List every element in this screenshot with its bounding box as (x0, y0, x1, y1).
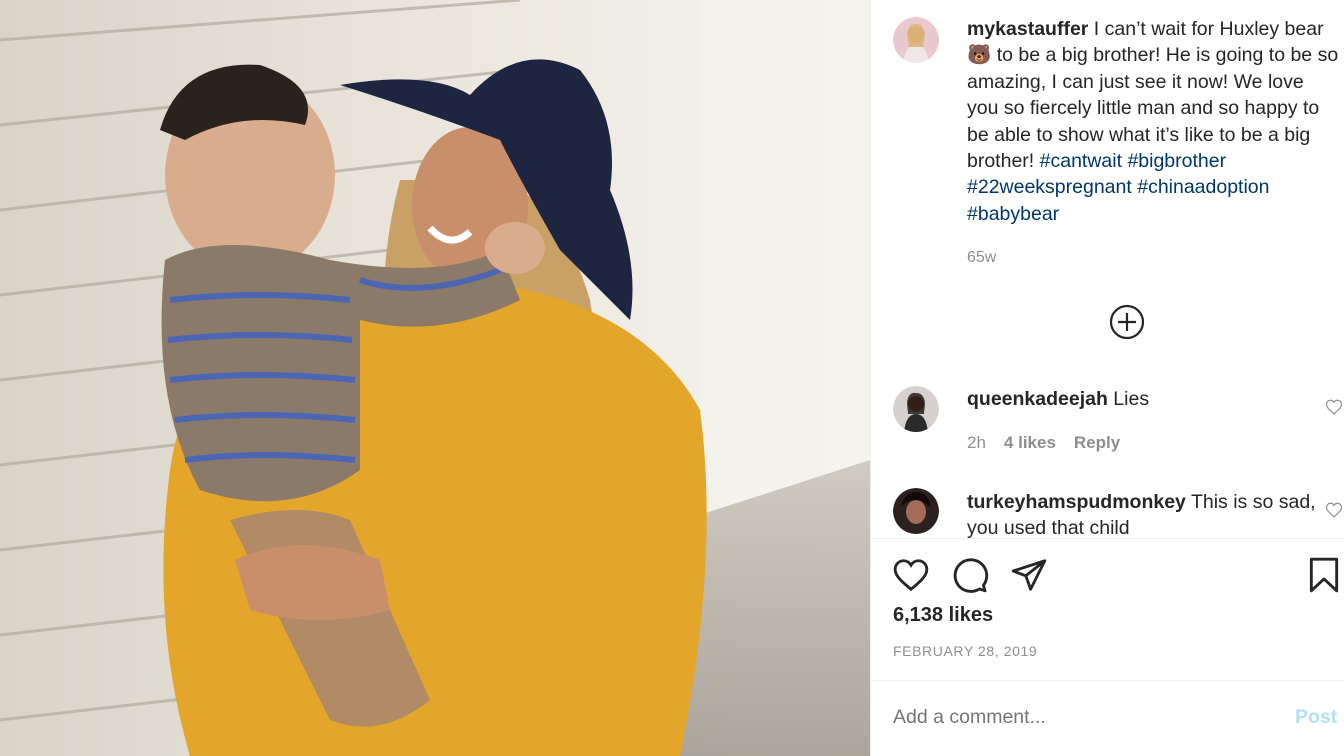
commenter-avatar-image (893, 386, 939, 432)
comments-scroll-area[interactable]: mykastauffer I can’t wait for Huxley bea… (871, 0, 1344, 538)
comment-body: Lies (1107, 388, 1150, 410)
hashtag-link[interactable]: #22weekspregnant (967, 176, 1132, 198)
commenter-avatar[interactable] (893, 386, 939, 432)
comment-text: queenkadeejah Lies (967, 386, 1327, 412)
reply-button[interactable]: Reply (1074, 433, 1120, 452)
post-comment-button[interactable]: Post (1295, 706, 1337, 729)
comment-meta: 2h 4 likes Reply (967, 433, 1138, 453)
comment-icon[interactable] (951, 556, 989, 594)
post-caption: mykastauffer I can’t wait for Huxley bea… (967, 16, 1339, 227)
caption-text: I can’t wait for Huxley bear 🐻 to be a b… (967, 18, 1339, 173)
commenter-avatar-image (893, 488, 939, 534)
small-heart-icon[interactable] (1325, 398, 1343, 416)
photo-illustration (0, 0, 870, 756)
small-heart-icon[interactable] (1325, 501, 1343, 519)
author-avatar[interactable] (893, 17, 939, 63)
hashtag-link[interactable]: #cantwait (1040, 150, 1122, 172)
hashtag-link[interactable]: #babybear (967, 203, 1059, 225)
section-divider (871, 680, 1344, 681)
add-circle-icon[interactable] (1109, 304, 1145, 340)
commenter-avatar[interactable] (893, 488, 939, 534)
post-age[interactable]: 65w (967, 249, 996, 267)
share-icon[interactable] (1010, 556, 1048, 594)
post-date[interactable]: FEBRUARY 28, 2019 (893, 643, 1037, 659)
hashtag-link[interactable]: #chinaadoption (1137, 176, 1269, 198)
bookmark-icon[interactable] (1305, 556, 1343, 594)
comment-input[interactable] (893, 706, 1253, 729)
comment-age[interactable]: 2h (967, 433, 986, 452)
post-photo[interactable] (0, 0, 870, 756)
hashtag-link[interactable]: #bigbrother (1127, 150, 1226, 172)
comment-likes[interactable]: 4 likes (1004, 433, 1056, 452)
post-details-panel: mykastauffer I can’t wait for Huxley bea… (870, 0, 1344, 756)
author-username[interactable]: mykastauffer (967, 18, 1088, 40)
comment-text: turkeyhamspudmonkey This is so sad, you … (967, 489, 1327, 538)
likes-count[interactable]: 6,138 likes (893, 604, 993, 627)
author-avatar-image (893, 17, 939, 63)
comment-username[interactable]: queenkadeejah (967, 388, 1108, 410)
heart-icon[interactable] (892, 556, 930, 594)
comment-username[interactable]: turkeyhamspudmonkey (967, 491, 1186, 513)
